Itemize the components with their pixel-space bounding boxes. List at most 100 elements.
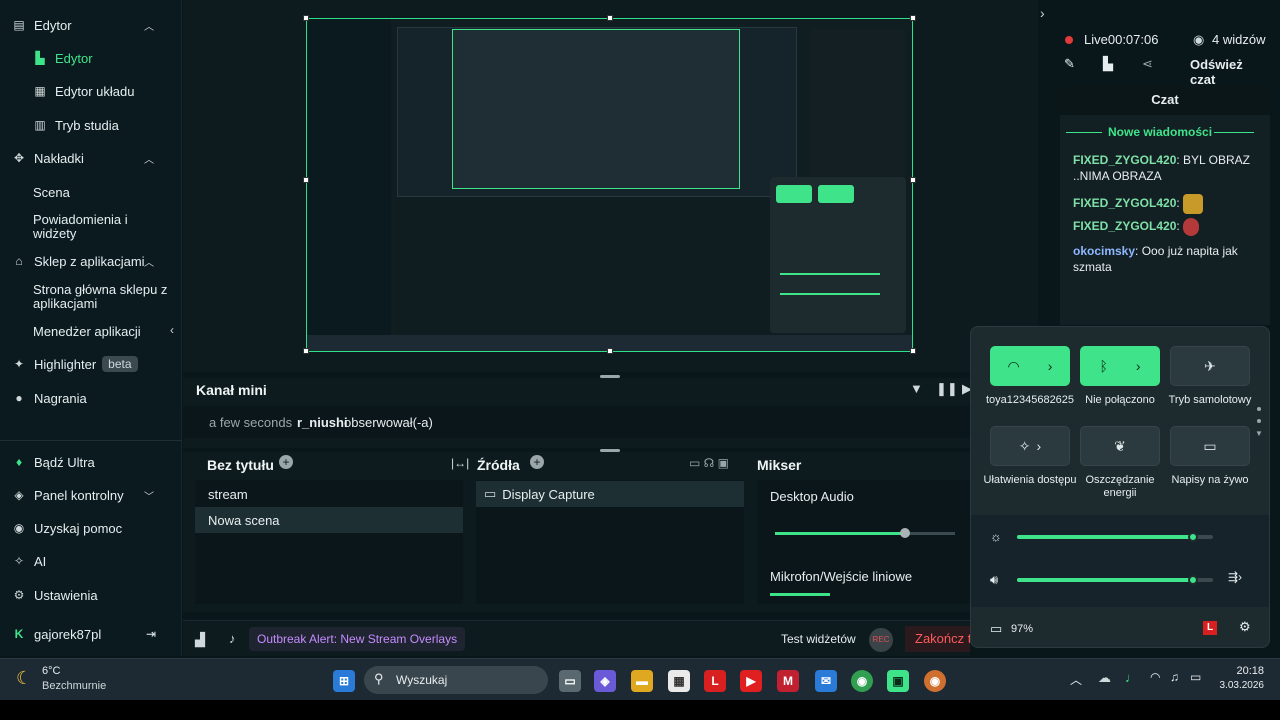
brightness-slider[interactable]	[1017, 532, 1213, 542]
sidebar-item-ultra[interactable]: ♦ Bądź Ultra	[0, 453, 182, 471]
sidebar-item-recordings[interactable]: ● Nagrania	[0, 389, 182, 407]
sidebar-item-alerts-widgets[interactable]: Powiadomienia i widżety	[0, 212, 150, 242]
chrome-profile-icon[interactable]: ◉	[924, 670, 946, 692]
sidebar-item-editor[interactable]: ▙ Edytor	[0, 49, 182, 67]
dashboard-icon[interactable]: ▙	[1103, 56, 1113, 72]
sidebar-item-settings[interactable]: ⚙ Ustawienia	[0, 586, 182, 604]
sidebar-item-help[interactable]: ◉ Uzyskaj pomoc	[0, 519, 182, 537]
clock-time[interactable]: 20:18	[1222, 665, 1264, 677]
sidebar-group-app-store[interactable]: ⌂ Sklep z aplikacjami ︿	[0, 252, 182, 270]
app-l-icon[interactable]: L	[1203, 621, 1217, 635]
youtube-icon[interactable]: ▶	[740, 670, 762, 692]
chevron-up-icon[interactable]: ︿	[1070, 671, 1082, 688]
sidebar-group-editor[interactable]: ▤ Edytor ︿	[0, 16, 182, 34]
microphone-icon[interactable]: ♩	[1125, 670, 1138, 685]
alert-banner[interactable]: Outbreak Alert: New Stream Overlays	[249, 627, 466, 651]
scene-item-selected[interactable]: Nowa scena	[195, 507, 463, 533]
app-l-icon[interactable]: L	[704, 670, 726, 692]
filter-icon[interactable]: ▼	[910, 381, 923, 396]
chevron-right-icon[interactable]: ›	[1048, 358, 1053, 374]
resize-handle[interactable]	[607, 15, 613, 21]
file-explorer-icon[interactable]: ▬	[631, 670, 653, 692]
resize-handle[interactable]	[303, 177, 309, 183]
resize-handle[interactable]	[303, 15, 309, 21]
stream-preview[interactable]	[306, 18, 913, 352]
share-icon[interactable]: ⋖	[1142, 56, 1153, 72]
brightness-knob[interactable]	[1188, 532, 1198, 542]
stats-icon[interactable]: ▟	[195, 632, 205, 648]
clock-date[interactable]: 3.03.2026	[1214, 680, 1265, 691]
chrome-icon[interactable]: ◉	[851, 670, 873, 692]
sidebar-item-store-home[interactable]: Strona główna sklepu z aplikacjami	[0, 282, 170, 312]
taskbar-search[interactable]: ⚲ Wyszukaj	[364, 666, 548, 694]
volume-slider[interactable]	[1017, 575, 1213, 585]
monitor-icon: ▭	[484, 486, 497, 501]
volume-icon[interactable]: ♫	[1170, 670, 1179, 684]
page-dot[interactable]	[1257, 419, 1261, 423]
sidebar-item-scene[interactable]: Scena	[0, 183, 182, 201]
audio-output-icon[interactable]: ⇶›	[1228, 570, 1242, 584]
add-scene-icon[interactable]: +	[279, 455, 293, 469]
add-source-icon[interactable]: +	[530, 455, 544, 469]
sidebar-item-highlighter[interactable]: ✦ Highlighter beta	[0, 355, 182, 373]
chevron-right-icon[interactable]: ›	[1037, 438, 1042, 454]
cloud-icon[interactable]: ☁	[1098, 670, 1111, 686]
pause-icon[interactable]: ❚❚	[936, 381, 958, 397]
energy-saver-toggle[interactable]: ❦	[1080, 426, 1160, 466]
scene-item[interactable]: stream	[195, 481, 463, 507]
store-icon[interactable]: ▦	[668, 670, 690, 692]
sidebar-item-app-manager[interactable]: Menedżer aplikacji	[0, 322, 182, 340]
chevron-right-icon[interactable]: ›	[1040, 5, 1045, 21]
chat-username[interactable]: FIXED_ZYGOL420	[1073, 219, 1176, 233]
chat-username[interactable]: FIXED_ZYGOL420	[1073, 153, 1176, 167]
edit-icon[interactable]: ✎	[1064, 56, 1075, 72]
wifi-toggle[interactable]: ◠ ›	[990, 346, 1070, 386]
refresh-chat-button[interactable]: Odśwież czat	[1190, 57, 1270, 87]
airplane-toggle[interactable]: ✈	[1170, 346, 1250, 386]
bell-icon[interactable]: ♪	[229, 631, 236, 646]
rec-button[interactable]: REC	[869, 628, 893, 652]
volume-icon[interactable]: 🔊︎	[990, 572, 998, 588]
weather-temp[interactable]: 6°C	[42, 665, 60, 677]
end-stream-button[interactable]: Zakończ tr	[905, 626, 970, 652]
streamlabs-icon[interactable]: ▣	[887, 670, 909, 692]
sidebar-item-ai[interactable]: ✧ AI	[0, 552, 182, 570]
battery-icon[interactable]: ▭	[1190, 670, 1201, 684]
sidebar-group-overlays[interactable]: ✥ Nakładki ︿	[0, 149, 182, 167]
test-widgets-button[interactable]: Test widżetów	[781, 632, 856, 646]
source-item[interactable]: ▭ Display Capture	[476, 481, 744, 507]
sidebar-user[interactable]: K gajorek87pl ⇥	[0, 625, 182, 643]
volume-knob[interactable]	[1188, 575, 1198, 585]
source-toolbar-icons[interactable]: ▭ ☊ ▣	[689, 456, 729, 470]
chat-username[interactable]: FIXED_ZYGOL420	[1073, 196, 1176, 210]
event-user[interactable]: r_niushi	[297, 415, 348, 430]
mail-icon[interactable]: ✉	[815, 670, 837, 692]
gear-icon[interactable]: ⚙	[1239, 619, 1251, 635]
desktop-audio-knob[interactable]	[900, 528, 910, 538]
sidebar-item-studio-mode[interactable]: ▥ Tryb studia	[0, 116, 182, 134]
resize-handle[interactable]	[910, 15, 916, 21]
wifi-icon[interactable]: ◠	[1150, 670, 1160, 684]
chevron-right-icon[interactable]: ›	[1136, 358, 1141, 374]
copilot-icon[interactable]: ◈	[594, 670, 616, 692]
logout-icon[interactable]: ⇥	[146, 627, 156, 641]
resize-handle[interactable]	[910, 348, 916, 354]
page-dot[interactable]	[1257, 407, 1261, 411]
weather-desc[interactable]: Bezchmurnie	[42, 680, 106, 692]
task-view-icon[interactable]: ▭	[559, 670, 581, 692]
collapse-sidebar-icon[interactable]: ‹	[170, 323, 174, 337]
resize-handle[interactable]	[303, 348, 309, 354]
chevron-down-icon[interactable]: ▼	[1255, 429, 1263, 438]
mcafee-icon[interactable]: M	[777, 670, 799, 692]
start-icon[interactable]: ⊞	[333, 670, 355, 692]
live-captions-toggle[interactable]: ▭	[1170, 426, 1250, 466]
chat-username[interactable]: okocimsky	[1073, 244, 1135, 258]
transition-icon[interactable]: |↔|	[451, 456, 469, 470]
accessibility-toggle[interactable]: ✧ ›	[990, 426, 1070, 466]
bluetooth-toggle[interactable]: ᛒ ›	[1080, 346, 1160, 386]
resize-handle[interactable]	[910, 177, 916, 183]
sidebar-item-layout-editor[interactable]: ▦ Edytor układu	[0, 82, 182, 100]
desktop-audio-track[interactable]	[775, 528, 955, 538]
sidebar-item-dashboard[interactable]: ◈ Panel kontrolny ﹀	[0, 486, 182, 504]
resize-handle[interactable]	[607, 348, 613, 354]
